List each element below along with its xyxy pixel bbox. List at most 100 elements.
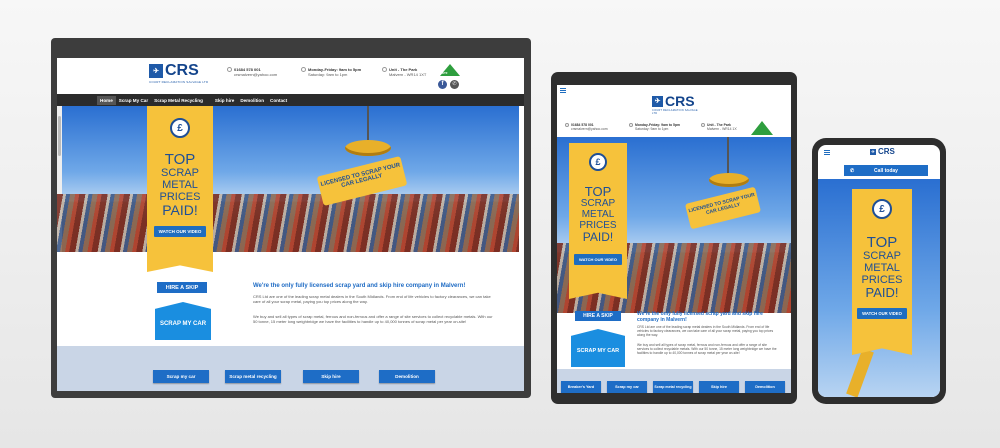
address-line-2: Malvern - WR14 1XT [389,72,427,78]
tablet-button-breakers-yard[interactable]: Breaker's Yard [561,381,601,393]
desktop-header: ✈ CRS COURT RECLAMATION SALVAGE LTD 0168… [57,58,524,94]
footer-button-demolition[interactable]: Demolition [379,370,435,383]
scrap-my-car-card[interactable]: SCRAP MY CAR [155,302,211,340]
phone-top-prices-banner: £ TOP SCRAP METAL PRICES PAID! WATCH OUR… [852,189,912,355]
tablet-banner-top: TOP [584,184,612,199]
location-pin-icon [701,123,705,128]
plane-logo-icon: ✈ [652,95,663,107]
tablet-email[interactable]: crsmalvern@yahoo.com [565,127,608,131]
nav-scrap-metal-recycling[interactable]: Scrap Metal Recycling [151,96,206,105]
tablet-content-heading: We're the only fully licensed scrap yard… [637,311,763,323]
tablet-button-demolition[interactable]: Demolition [745,381,785,393]
phone-frame: ✈ CRS ✆ Call today £ TOP SCRAP METAL PRI… [812,138,946,404]
menu-icon[interactable] [560,88,566,93]
footer-button-scrap-metal[interactable]: Scrap metal recycling [225,370,281,383]
tablet-hire-skip-card[interactable]: HIRE A SKIP [575,311,621,321]
footer-button-skip-hire[interactable]: Skip hire [303,370,359,383]
logo[interactable]: ✈ CRS [149,62,199,79]
clock-icon [629,123,633,128]
watch-video-button[interactable]: WATCH OUR VIDEO [154,226,206,237]
desktop-nav: Home Scrap My Car Scrap Metal Recycling … [57,94,524,106]
tablet-contact-info: 01684 578 001 crsmalvern@yahoo.com [565,123,608,131]
crane-magnet-icon [345,140,391,156]
tablet-top-prices-banner: £ TOP SCRAP METAL PRICES PAID! WATCH OUR… [569,143,627,299]
tablet-address: Unit - The Park Malvern - WR14 1XT [701,123,737,131]
call-today-label: Call today [874,167,898,174]
banner-line-scrap: SCRAP [161,167,199,179]
clock-icon [301,67,306,73]
nav-skip-hire[interactable]: Skip hire [212,96,237,105]
tablet-button-scrap-my-car[interactable]: Scrap my car [607,381,647,393]
tablet-logo[interactable]: ✈ CRS [652,93,695,109]
content-heading: We're the only fully licensed scrap yard… [253,283,466,289]
desktop-monitor-frame: ✈ CRS COURT RECLAMATION SALVAGE LTD 0168… [51,38,531,398]
phone-plane-logo-icon: ✈ [870,148,876,155]
hire-skip-card[interactable]: HIRE A SKIP [157,282,207,293]
atf-badge-text: ATF [442,71,448,75]
phone-number[interactable]: 01684 578 001 [234,67,261,72]
phone-banner-paid: PAID! [865,285,899,300]
hours-saturday: Saturday: 9am to 1pm [308,72,348,78]
tablet-button-scrap-metal[interactable]: Scrap metal recycling [653,381,693,393]
tablet-atf-badge-icon [751,121,773,135]
tablet-screen: ✈ CRS COURT RECLAMATION SALVAGE LTD 0168… [557,85,791,393]
tablet-hours: Monday-Friday: 9am to 5pm Saturday: 9am … [629,123,680,131]
pound-medal-icon: £ [170,118,190,138]
crane-cable [367,106,369,142]
top-prices-banner: £ TOP SCRAP METAL PRICES PAID! WATCH OUR… [147,106,213,272]
whatsapp-icon[interactable]: ✆ [450,80,459,89]
logo-subtitle: COURT RECLAMATION SALVAGE LTD [149,80,209,84]
nav-home[interactable]: Home [97,95,116,105]
phone-menu-icon[interactable] [824,150,830,155]
address-line-1: Unit - The Park [389,67,418,72]
facebook-icon[interactable]: f [438,80,447,89]
location-pin-icon [382,67,387,73]
banner-line-paid: PAID! [162,202,198,218]
footer-button-scrap-my-car[interactable]: Scrap my car [153,370,209,383]
nav-contact[interactable]: Contact [267,96,290,105]
phone-call-icon: ✆ [850,167,855,174]
banner-line-metal: METAL [162,179,198,191]
nav-scrap-my-car[interactable]: Scrap My Car [116,96,151,105]
tablet-banner-metal: METAL [581,209,615,220]
scrap-pile-image [57,193,519,252]
nav-demolition[interactable]: Demolition [237,96,267,105]
call-today-button[interactable]: ✆ Call today [844,165,928,176]
phone-logo[interactable]: ✈ CRS [870,147,895,156]
phone-logo-text: CRS [878,147,895,156]
tablet-hours-sat: Saturday: 9am to 1pm [635,127,669,132]
tablet-pound-medal-icon: £ [589,153,607,171]
phone-crane-arm [846,348,874,397]
contact-info: 01684 578 001 crsmalvern@yahoo.com [227,67,277,77]
tablet-scrap-my-car-card[interactable]: SCRAP MY CAR [571,329,625,367]
tablet-logo-text: CRS [665,93,695,109]
phone-screen: ✈ CRS ✆ Call today £ TOP SCRAP METAL PRI… [818,145,940,397]
tablet-paragraph-1: CRS Ltd are one of the leading scrap met… [637,325,774,338]
footer-strip [57,346,524,391]
phone-banner-scrap: SCRAP [863,250,901,262]
phone-icon [565,123,569,128]
phone-pound-medal-icon: £ [872,199,892,219]
tablet-crane-cable [727,137,729,175]
tablet-address-2: Malvern - WR14 1XT [707,127,737,132]
email-link[interactable]: crsmalvern@yahoo.com [227,72,277,77]
hours-weekday: Monday-Friday: 9am to 5pm [308,67,362,72]
content-paragraph-1: CRS Ltd are one of the leading scrap met… [253,294,491,304]
tablet-button-skip-hire[interactable]: Skip hire [699,381,739,393]
tablet-logo-subtitle: COURT RECLAMATION SALVAGE LTD [652,109,698,115]
tablet-watch-video-button[interactable]: WATCH OUR VIDEO [574,254,622,265]
hero-image: LICENSED TO SCRAP YOUR CAR LEGALLY [57,106,519,252]
tablet-frame: ✈ CRS COURT RECLAMATION SALVAGE LTD 0168… [551,72,797,404]
address: Unit - The Park Malvern - WR14 1XT [382,67,426,77]
banner-line-top: TOP [164,151,196,168]
logo-text: CRS [165,62,199,79]
phone-banner-top: TOP [866,234,898,251]
plane-logo-icon: ✈ [149,64,163,78]
phone-banner-metal: METAL [864,262,900,274]
tablet-banner-scrap: SCRAP [580,198,616,209]
tablet-magnet-icon [709,173,749,187]
opening-hours: Monday-Friday: 9am to 5pm Saturday: 9am … [301,67,361,77]
tablet-paragraph-2: We buy and sell all types of scrap metal… [637,343,777,356]
content-paragraph-2: We buy and sell all types of scrap metal… [253,314,493,324]
phone-watch-video-button[interactable]: WATCH OUR VIDEO [857,308,907,319]
